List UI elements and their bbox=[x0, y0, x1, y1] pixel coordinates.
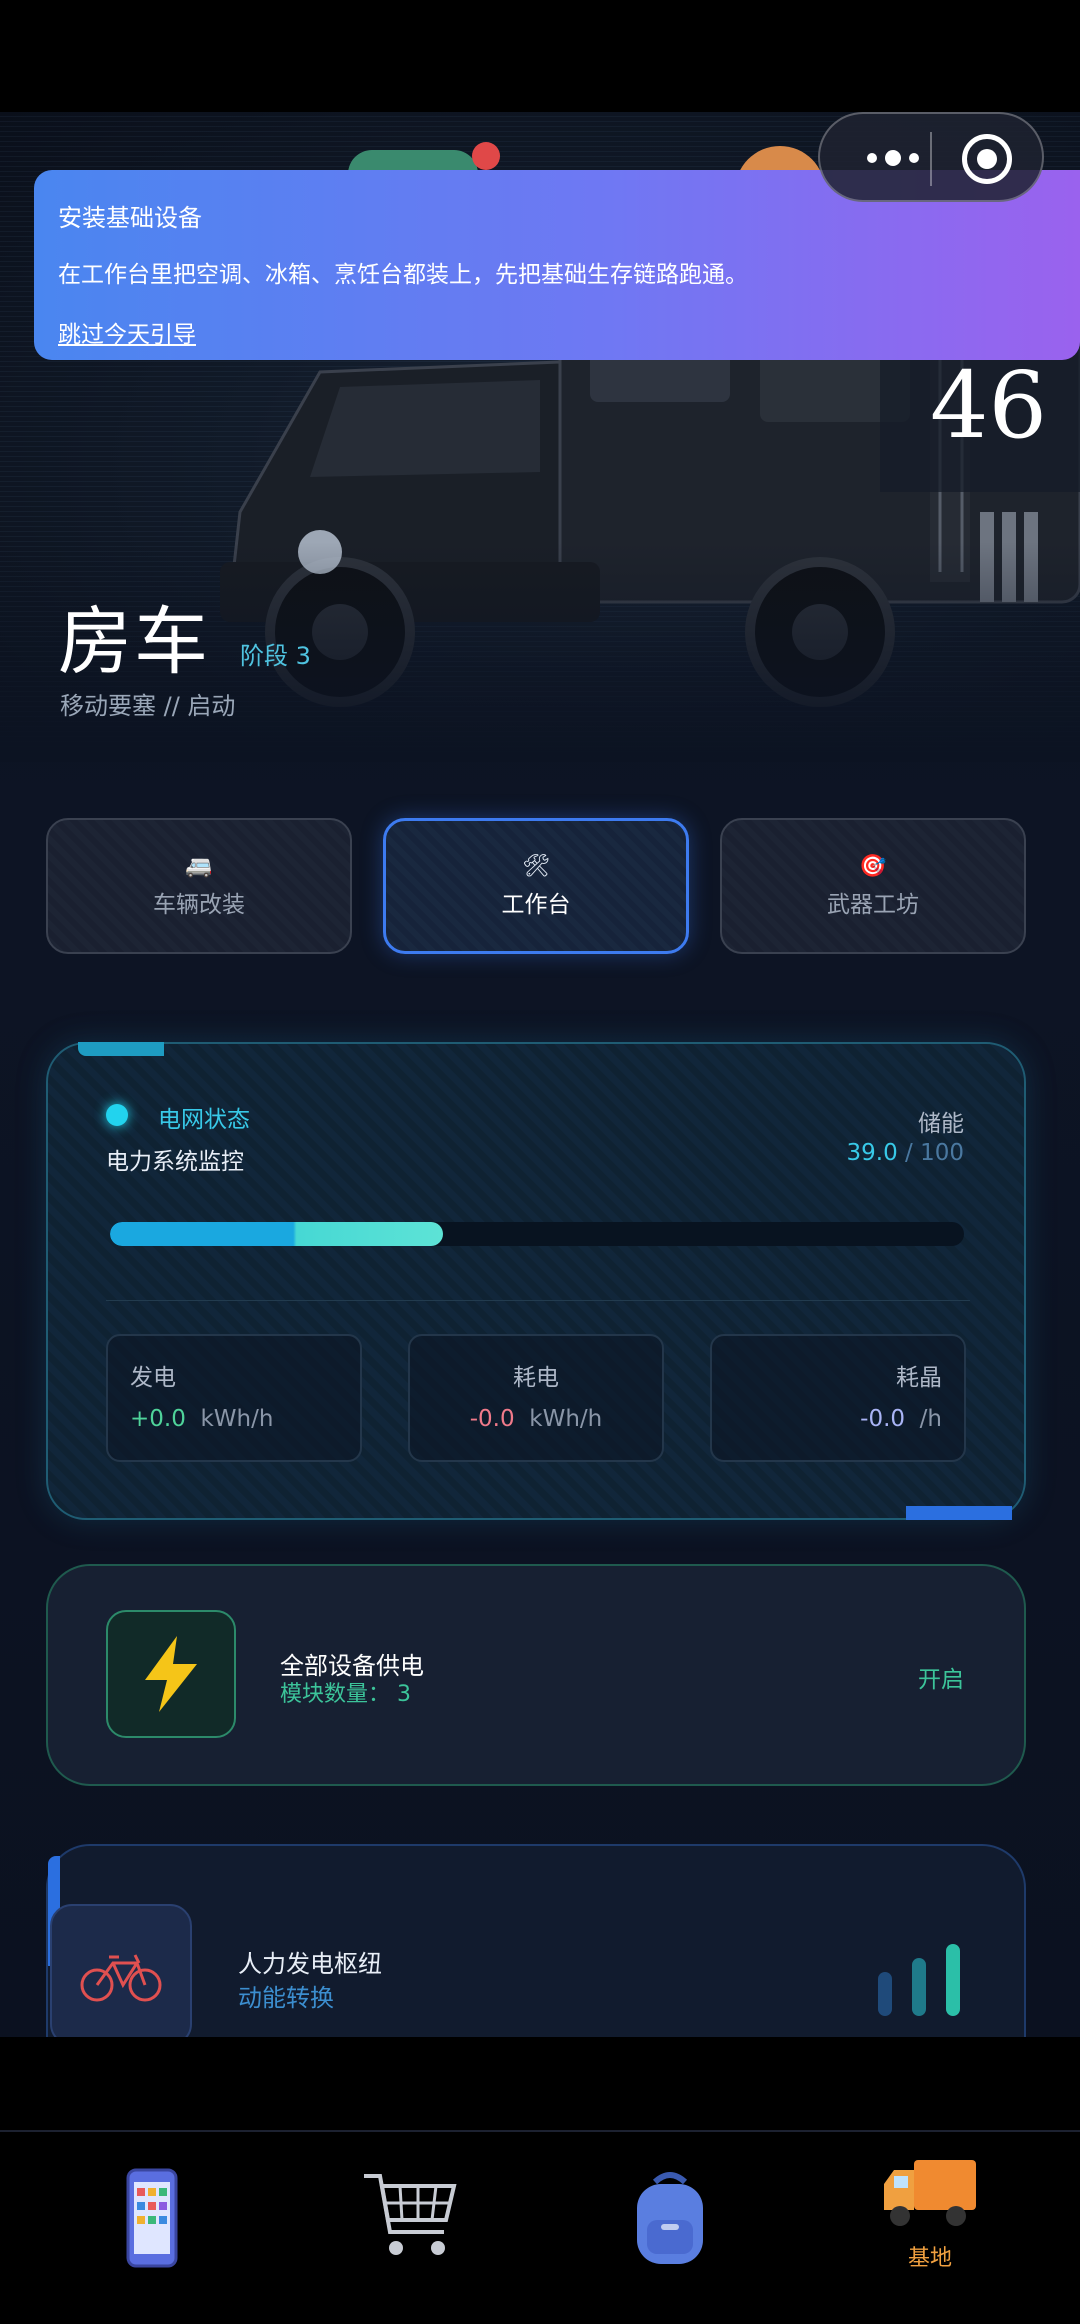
storage-label: 储能 bbox=[918, 1111, 964, 1137]
hero-subtitle: 移动要塞 // 启动 bbox=[60, 692, 236, 720]
stat-number: -0.0 bbox=[469, 1406, 515, 1432]
tab-workbench[interactable]: 🛠 工作台 bbox=[383, 818, 689, 954]
stat-value: -0.0 kWh/h bbox=[410, 1406, 662, 1432]
tab-label: 车辆改装 bbox=[153, 891, 245, 918]
module-count-value: 3 bbox=[397, 1682, 412, 1707]
mini-program-capsule bbox=[818, 112, 1044, 202]
stat-number: +0.0 bbox=[130, 1406, 186, 1432]
tab-label: 工作台 bbox=[501, 891, 571, 918]
stat-crystal-use: 耗晶 -0.0 /h bbox=[710, 1334, 966, 1462]
notification-dot bbox=[472, 142, 500, 170]
stat-value: +0.0 kWh/h bbox=[130, 1406, 273, 1432]
meter-bar bbox=[878, 1972, 892, 2016]
stat-number: -0.0 bbox=[860, 1406, 906, 1432]
status-bar bbox=[0, 0, 1080, 112]
grid-status-label: 电网状态 bbox=[158, 1107, 250, 1133]
module-count-label: 模块数量： bbox=[280, 1682, 391, 1707]
module-count: 模块数量： 3 bbox=[280, 1676, 411, 1708]
truck-icon bbox=[884, 2160, 976, 2226]
target-close-icon[interactable] bbox=[962, 134, 1012, 184]
human-generator-title: 人力发电枢纽 bbox=[238, 1950, 382, 1978]
nav-backpack[interactable] bbox=[600, 2168, 740, 2308]
bottom-nav: 基地 bbox=[0, 2130, 1080, 2324]
nav-label: 基地 bbox=[907, 2246, 952, 2271]
stat-label: 耗电 bbox=[513, 1365, 559, 1391]
stat-consumption: 耗电 -0.0 kWh/h bbox=[408, 1334, 664, 1462]
stat-unit: /h bbox=[919, 1406, 942, 1432]
storage-separator: / bbox=[897, 1140, 921, 1166]
meter-bar bbox=[946, 1944, 960, 2016]
nav-base[interactable]: 基地 bbox=[860, 2154, 1000, 2294]
card-corner-accent bbox=[906, 1506, 1012, 1520]
lightning-icon bbox=[106, 1610, 236, 1738]
storage-progress-bar bbox=[110, 1222, 964, 1246]
status-dot-icon bbox=[106, 1104, 128, 1126]
power-grid-card: 电网状态 电力系统监控 储能 39.0 / 100 发电 +0.0 kWh/h … bbox=[46, 1042, 1026, 1520]
power-all-devices-card: 全部设备供电 模块数量： 3 开启 bbox=[46, 1564, 1026, 1786]
tab-vehicle-mod[interactable]: 🚐 车辆改装 bbox=[46, 818, 352, 954]
power-monitor-label: 电力系统监控 bbox=[106, 1149, 244, 1175]
stat-value: -0.0 /h bbox=[860, 1406, 942, 1432]
human-generator-subtitle: 动能转换 bbox=[238, 1984, 334, 2012]
target-icon: 🎯 bbox=[859, 853, 887, 879]
divider bbox=[106, 1300, 970, 1301]
stat-label: 耗晶 bbox=[896, 1365, 942, 1391]
nav-phone[interactable] bbox=[82, 2168, 222, 2308]
bicycle-icon bbox=[50, 1904, 192, 2037]
app-screen: 46 房车 阶段 3 移动要塞 // 启动 安装基础设备 在工作台里把空调、冰箱… bbox=[0, 112, 1080, 2037]
shopping-cart-icon bbox=[364, 2174, 457, 2255]
more-dots-icon[interactable] bbox=[848, 140, 938, 176]
card-corner-accent bbox=[78, 1042, 164, 1056]
guide-title: 安装基础设备 bbox=[58, 204, 202, 232]
stage-badge: 阶段 3 bbox=[240, 642, 311, 670]
tools-icon: 🛠 bbox=[522, 853, 550, 879]
stat-unit: kWh/h bbox=[529, 1406, 603, 1432]
storage-progress-fill bbox=[110, 1222, 444, 1246]
power-toggle-button[interactable]: 开启 bbox=[918, 1660, 964, 1694]
human-generator-card[interactable]: 人力发电枢纽 动能转换 bbox=[46, 1844, 1026, 2037]
nav-shop[interactable] bbox=[340, 2168, 480, 2308]
meter-bar bbox=[912, 1958, 926, 2016]
stat-generation: 发电 +0.0 kWh/h bbox=[106, 1334, 362, 1462]
storage-value: 39.0 / 100 bbox=[847, 1140, 965, 1166]
activity-meter bbox=[878, 1936, 978, 2016]
page-title: 房车 bbox=[58, 599, 210, 685]
phone-icon bbox=[126, 2168, 178, 2268]
tab-weapon-workshop[interactable]: 🎯 武器工坊 bbox=[720, 818, 1026, 954]
stat-label: 发电 bbox=[130, 1365, 176, 1391]
level-number: 46 bbox=[930, 352, 1048, 459]
backpack-icon bbox=[637, 2172, 703, 2264]
storage-max: 100 bbox=[920, 1140, 964, 1166]
capsule-divider bbox=[930, 132, 932, 186]
van-icon: 🚐 bbox=[185, 853, 213, 879]
guide-body: 在工作台里把空调、冰箱、烹饪台都装上，先把基础生存链路跑通。 bbox=[58, 262, 748, 288]
stat-unit: kWh/h bbox=[200, 1406, 274, 1432]
tab-bar: 🚐 车辆改装 🛠 工作台 🎯 武器工坊 bbox=[46, 818, 1026, 954]
skip-guide-link[interactable]: 跳过今天引导 bbox=[58, 322, 196, 348]
tab-label: 武器工坊 bbox=[827, 891, 919, 918]
storage-current: 39.0 bbox=[846, 1140, 898, 1166]
